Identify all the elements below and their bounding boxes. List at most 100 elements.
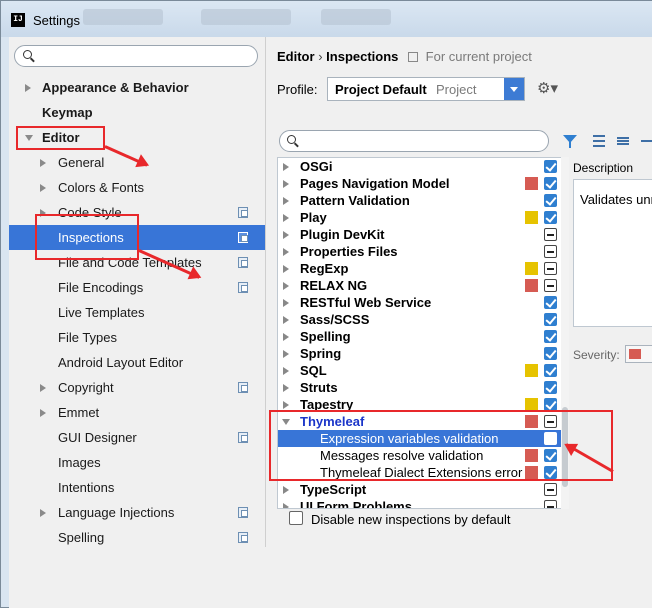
expand-right-icon[interactable] — [283, 265, 289, 273]
inspection-checkbox[interactable] — [544, 313, 557, 326]
project-settings-icon — [238, 207, 248, 218]
profile-scope: Project — [436, 82, 477, 97]
sidebar-item-android-layout-editor[interactable]: Android Layout Editor — [9, 350, 265, 375]
inspection-group[interactable]: Play — [278, 209, 566, 226]
sidebar-item-label: Language Injections — [58, 505, 175, 520]
inspection-group[interactable]: Pattern Validation — [278, 192, 566, 209]
expand-right-icon[interactable] — [283, 214, 289, 222]
expand-right-icon[interactable] — [283, 299, 289, 307]
sidebar-item-spelling[interactable]: Spelling — [9, 525, 265, 547]
settings-search-input[interactable] — [14, 45, 258, 67]
background-window-tab — [201, 9, 291, 25]
inspection-name: Pages Navigation Model — [300, 176, 450, 191]
expand-right-icon[interactable] — [283, 384, 289, 392]
sidebar-item-live-templates[interactable]: Live Templates — [9, 300, 265, 325]
inspection-checkbox[interactable] — [544, 262, 557, 275]
inspection-group[interactable]: UI Form Problems — [278, 498, 566, 508]
expand-right-icon[interactable] — [283, 248, 289, 256]
sidebar-item-label: Android Layout Editor — [58, 355, 184, 370]
filter-icon[interactable] — [563, 135, 577, 148]
expand-right-icon[interactable] — [283, 316, 289, 324]
sidebar-item-colors-fonts[interactable]: Colors & Fonts — [9, 175, 265, 200]
inspection-group[interactable]: Plugin DevKit — [278, 226, 566, 243]
inspection-checkbox[interactable] — [544, 160, 557, 173]
inspection-checkbox[interactable] — [544, 381, 557, 394]
inspections-search-input[interactable] — [279, 130, 549, 152]
project-settings-icon — [238, 382, 248, 393]
sidebar-item-appearance-behavior[interactable]: Appearance & Behavior — [9, 75, 265, 100]
inspection-group[interactable]: OSGi — [278, 158, 566, 175]
sidebar-item-intentions[interactable]: Intentions — [9, 475, 265, 500]
sidebar-item-label: Keymap — [42, 105, 93, 120]
collapse-all-icon[interactable] — [617, 134, 629, 148]
project-settings-icon — [238, 232, 248, 243]
expand-right-icon[interactable] — [283, 197, 289, 205]
breadcrumb-current: Inspections — [326, 49, 399, 64]
expand-right-icon[interactable] — [283, 282, 289, 290]
inspection-name: SQL — [300, 363, 327, 378]
inspection-checkbox[interactable] — [544, 347, 557, 360]
expand-right-icon[interactable] — [40, 184, 46, 192]
inspection-group[interactable]: Pages Navigation Model — [278, 175, 566, 192]
inspection-checkbox[interactable] — [544, 330, 557, 343]
inspection-checkbox[interactable] — [544, 279, 557, 292]
expand-right-icon[interactable] — [283, 350, 289, 358]
inspection-group[interactable]: RELAX NG — [278, 277, 566, 294]
expand-right-icon[interactable] — [283, 401, 289, 409]
expand-right-icon[interactable] — [283, 180, 289, 188]
inspection-checkbox[interactable] — [544, 296, 557, 309]
sidebar-item-emmet[interactable]: Emmet — [9, 400, 265, 425]
sidebar-item-gui-designer[interactable]: GUI Designer — [9, 425, 265, 450]
expand-right-icon[interactable] — [283, 503, 289, 508]
disable-new-inspections-checkbox[interactable] — [289, 511, 303, 525]
expand-right-icon[interactable] — [283, 367, 289, 375]
expand-all-icon[interactable] — [593, 134, 605, 148]
inspection-checkbox[interactable] — [544, 211, 557, 224]
inspection-checkbox[interactable] — [544, 245, 557, 258]
gear-icon[interactable]: ⚙▾ — [537, 81, 558, 97]
inspection-name: RESTful Web Service — [300, 295, 432, 310]
sidebar-item-language-injections[interactable]: Language Injections — [9, 500, 265, 525]
inspection-checkbox[interactable] — [544, 194, 557, 207]
description-box: Validates unr — [573, 179, 652, 327]
expand-right-icon[interactable] — [283, 333, 289, 341]
inspection-group[interactable]: SQL — [278, 362, 566, 379]
expand-right-icon[interactable] — [40, 384, 46, 392]
expand-right-icon[interactable] — [283, 163, 289, 171]
sidebar-item-copyright[interactable]: Copyright — [9, 375, 265, 400]
inspection-checkbox[interactable] — [544, 228, 557, 241]
expand-right-icon[interactable] — [40, 409, 46, 417]
inspection-group[interactable]: Properties Files — [278, 243, 566, 260]
project-settings-icon — [238, 282, 248, 293]
expand-right-icon[interactable] — [283, 486, 289, 494]
inspection-name: OSGi — [300, 159, 333, 174]
expand-right-icon[interactable] — [40, 509, 46, 517]
sidebar-item-label: File Encodings — [58, 280, 144, 295]
inspection-checkbox[interactable] — [544, 483, 557, 496]
inspection-checkbox[interactable] — [544, 177, 557, 190]
inspection-group[interactable]: TypeScript — [278, 481, 566, 498]
severity-color-swatch — [525, 177, 538, 190]
expand-right-icon[interactable] — [25, 84, 31, 92]
severity-select[interactable] — [625, 345, 652, 363]
sidebar-item-file-types[interactable]: File Types — [9, 325, 265, 350]
sidebar-item-images[interactable]: Images — [9, 450, 265, 475]
inspection-group[interactable]: Spelling — [278, 328, 566, 345]
inspection-checkbox[interactable] — [544, 364, 557, 377]
inspection-group[interactable]: Struts — [278, 379, 566, 396]
title-bar: IJ Settings — [1, 1, 652, 37]
inspection-name: Spelling — [300, 329, 351, 344]
inspection-group[interactable]: Sass/SCSS — [278, 311, 566, 328]
inspection-group[interactable]: RESTful Web Service — [278, 294, 566, 311]
disable-new-inspections-label: Disable new inspections by default — [311, 512, 511, 527]
expand-right-icon[interactable] — [40, 159, 46, 167]
inspection-group[interactable]: Spring — [278, 345, 566, 362]
profile-select[interactable]: Project Default Project — [327, 77, 525, 101]
annotation-box — [16, 126, 105, 150]
inspection-checkbox[interactable] — [544, 500, 557, 508]
sidebar-item-file-encodings[interactable]: File Encodings — [9, 275, 265, 300]
sidebar-item-keymap[interactable]: Keymap — [9, 100, 265, 125]
reset-icon[interactable] — [641, 134, 652, 148]
inspection-group[interactable]: RegExp — [278, 260, 566, 277]
expand-right-icon[interactable] — [283, 231, 289, 239]
